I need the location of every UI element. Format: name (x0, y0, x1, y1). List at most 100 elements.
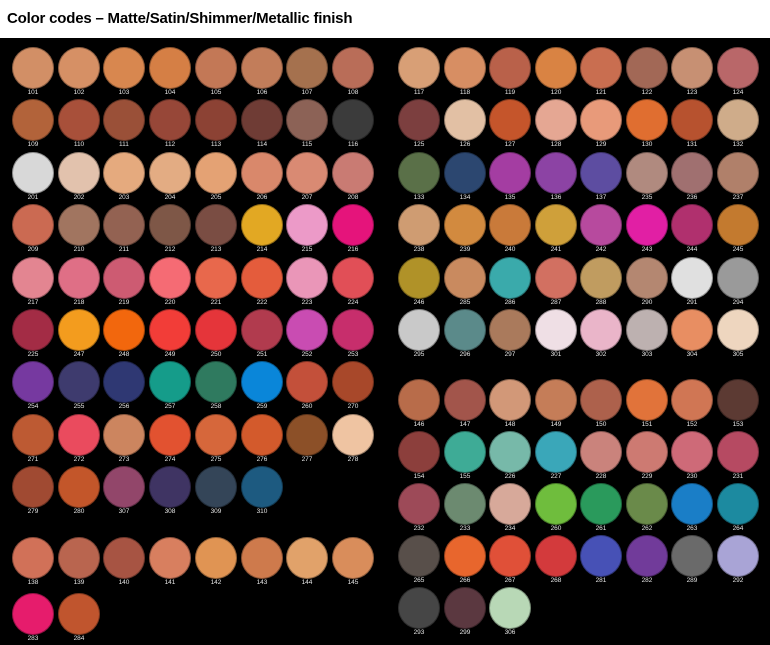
swatch-code-label: 135 (504, 194, 516, 201)
color-swatch (535, 535, 577, 577)
swatch-code-label: 215 (301, 246, 313, 253)
color-swatch (626, 152, 668, 194)
swatch-code-label: 127 (504, 141, 516, 148)
swatch-code-label: 126 (459, 141, 471, 148)
swatch-code-label: 125 (413, 141, 425, 148)
color-swatch (58, 537, 100, 579)
swatch-code-label: 259 (256, 403, 268, 410)
swatch-code-label: 137 (595, 194, 607, 201)
swatch-code-label: 243 (641, 246, 653, 253)
swatch-code-label: 250 (210, 351, 222, 358)
color-swatch (580, 47, 622, 89)
swatch-code-label: 297 (504, 351, 516, 358)
swatch-code-label: 253 (347, 351, 359, 358)
swatch-code-label: 223 (301, 299, 313, 306)
color-swatch (626, 535, 668, 577)
color-swatch (149, 99, 191, 141)
color-swatch (444, 47, 486, 89)
color-swatch (286, 257, 328, 299)
swatch-code-label: 268 (550, 577, 562, 584)
swatch-code-label: 246 (413, 299, 425, 306)
swatch-code-label: 291 (686, 299, 698, 306)
color-swatch (671, 47, 713, 89)
color-swatch (241, 466, 283, 508)
color-swatch (671, 99, 713, 141)
swatch-code-label: 282 (641, 577, 653, 584)
color-swatch (580, 535, 622, 577)
swatch-code-label: 245 (732, 246, 744, 253)
swatch-code-label: 304 (686, 351, 698, 358)
color-swatch (535, 152, 577, 194)
color-swatch (241, 361, 283, 403)
swatch-code-label: 285 (459, 299, 471, 306)
color-swatch (489, 152, 531, 194)
color-swatch (195, 257, 237, 299)
swatch-code-label: 134 (459, 194, 471, 201)
swatch-code-label: 292 (732, 577, 744, 584)
swatch-code-label: 308 (164, 508, 176, 515)
swatch-code-label: 147 (459, 421, 471, 428)
color-swatch (58, 99, 100, 141)
swatch-code-label: 283 (27, 635, 39, 642)
color-swatch (286, 537, 328, 579)
swatch-code-label: 104 (164, 89, 176, 96)
swatch-code-label: 219 (118, 299, 130, 306)
swatch-code-label: 242 (595, 246, 607, 253)
swatch-code-label: 252 (301, 351, 313, 358)
swatch-code-label: 248 (118, 351, 130, 358)
swatch-code-label: 294 (732, 299, 744, 306)
swatch-code-label: 209 (27, 246, 39, 253)
swatch-code-label: 101 (27, 89, 39, 96)
color-swatch (241, 537, 283, 579)
color-swatch (444, 431, 486, 473)
swatch-code-label: 244 (686, 246, 698, 253)
swatch-code-label: 206 (256, 194, 268, 201)
swatch-code-label: 279 (27, 508, 39, 515)
color-swatch (103, 414, 145, 456)
color-swatch (626, 379, 668, 421)
swatch-code-label: 229 (641, 473, 653, 480)
swatch-code-label: 111 (119, 141, 129, 148)
color-swatch (58, 361, 100, 403)
swatch-code-label: 148 (504, 421, 516, 428)
color-swatch (489, 257, 531, 299)
color-swatch (332, 47, 374, 89)
color-swatch (332, 309, 374, 351)
swatch-code-label: 116 (347, 141, 359, 148)
color-swatch (12, 257, 54, 299)
color-swatch (489, 431, 531, 473)
color-swatch (149, 257, 191, 299)
swatch-code-label: 132 (732, 141, 744, 148)
swatch-code-label: 251 (256, 351, 268, 358)
color-swatch (535, 204, 577, 246)
swatch-code-label: 295 (413, 351, 425, 358)
swatch-code-label: 149 (550, 421, 562, 428)
swatch-code-label: 151 (641, 421, 653, 428)
swatch-code-label: 293 (413, 629, 425, 636)
color-swatch (149, 152, 191, 194)
swatch-code-label: 256 (118, 403, 130, 410)
swatch-code-label: 121 (595, 89, 607, 96)
color-swatch (671, 309, 713, 351)
swatch-code-label: 247 (73, 351, 85, 358)
color-swatch (489, 379, 531, 421)
swatch-code-label: 207 (301, 194, 313, 201)
color-swatch (12, 99, 54, 141)
color-swatch (12, 152, 54, 194)
color-swatch (444, 483, 486, 525)
color-swatch (717, 535, 759, 577)
color-swatch (717, 379, 759, 421)
color-swatch (241, 204, 283, 246)
color-swatch (398, 257, 440, 299)
color-swatch (195, 537, 237, 579)
color-swatch (671, 257, 713, 299)
swatch-code-label: 267 (504, 577, 516, 584)
color-swatch (535, 379, 577, 421)
swatch-code-label: 225 (27, 351, 39, 358)
swatch-code-label: 108 (347, 89, 359, 96)
color-swatch (489, 99, 531, 141)
color-swatch (398, 483, 440, 525)
color-swatch (717, 152, 759, 194)
color-swatch (489, 535, 531, 577)
color-swatch (580, 431, 622, 473)
